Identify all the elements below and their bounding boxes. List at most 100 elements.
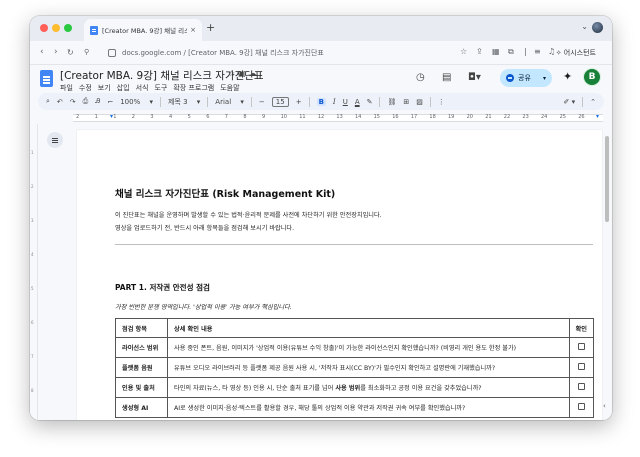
search-menus-icon[interactable]: ⌕	[46, 97, 50, 106]
header-check: 확인	[568, 318, 595, 338]
redo-icon[interactable]: ↷	[70, 98, 76, 106]
audio-icon[interactable]: ♫	[548, 47, 555, 56]
forward-icon[interactable]: ›	[54, 47, 58, 57]
text-color-button[interactable]: A	[355, 98, 360, 106]
document-outline-button[interactable]	[47, 132, 63, 148]
editing-mode-icon[interactable]: ✐ ▾	[564, 98, 576, 106]
font-size-increase-icon[interactable]: +	[296, 98, 302, 106]
image-icon[interactable]: ▨	[416, 98, 423, 106]
reading-list-icon[interactable]: ≡	[534, 47, 541, 56]
extension-icon[interactable]: ▦	[492, 47, 500, 56]
intro-paragraph-line1: 이 진단표는 채널을 운영하며 발생할 수 있는 법적·윤리적 문제를 사전에 …	[115, 212, 382, 219]
menu-insert[interactable]: 삽입	[117, 83, 130, 93]
bold-button[interactable]: B	[316, 97, 326, 106]
scroll-arrow-icon[interactable]: ‹	[603, 402, 606, 410]
browser-tab-active[interactable]: [Creator MBA. 9강] 채널 리스 ×	[84, 19, 202, 41]
vertical-scrollbar[interactable]	[605, 136, 609, 222]
bookmark-star-icon[interactable]: ☆	[460, 47, 467, 56]
add-comment-icon[interactable]: ⊞	[403, 98, 409, 106]
cloud-status-icon[interactable]: ☁	[249, 69, 260, 78]
tab-list-icon[interactable]: ⌄	[581, 22, 588, 31]
underline-button[interactable]: U	[343, 98, 348, 106]
back-icon[interactable]: ‹	[40, 47, 44, 57]
vruler-tick: 6	[31, 320, 34, 325]
row-item: 인용 및 출처	[115, 377, 168, 398]
ruler-tick: 11	[299, 114, 306, 120]
more-options-icon[interactable]: ⋮	[438, 98, 445, 106]
paint-format-icon[interactable]: ⌐	[107, 98, 113, 106]
horizontal-ruler[interactable]: ▾ ▾ 2 1 1 2 3 4 5 6 7 8 9 10 11 12 13 14 15 16 17 18 19 20 21 2…	[30, 113, 612, 124]
font-size-decrease-icon[interactable]: −	[259, 98, 265, 106]
document-page[interactable]: 채널 리스크 자가진단표 (Risk Management Kit) 이 진단표…	[77, 130, 602, 420]
vruler-tick: 2	[31, 184, 34, 189]
ruler-tick: 10	[280, 114, 287, 120]
share-button[interactable]: 공유 ▾	[500, 69, 552, 87]
gemini-icon[interactable]: ✦	[563, 70, 572, 83]
toolbar-divider	[582, 96, 584, 107]
style-value: 제목 3	[167, 97, 188, 106]
ruler-tick: 6	[206, 114, 210, 120]
ruler-tick: 12	[317, 114, 325, 120]
menu-view[interactable]: 보기	[98, 83, 111, 93]
ruler-tick: 5	[187, 114, 191, 120]
move-folder-icon[interactable]: ▣	[238, 69, 249, 78]
font-size-input[interactable]: 15	[271, 96, 289, 107]
menu-tools[interactable]: 도구	[154, 83, 167, 93]
row-detail-bold: 사용 범위	[335, 385, 361, 392]
meet-icon[interactable]: ◘▾	[468, 72, 481, 83]
highlight-icon[interactable]: ✎	[367, 98, 373, 106]
puzzle-icon[interactable]: ⧉	[508, 47, 514, 57]
docs-home-icon[interactable]	[40, 70, 53, 87]
print-icon[interactable]: ⎙	[83, 97, 89, 106]
row-checkbox[interactable]	[577, 343, 585, 350]
account-avatar[interactable]: B	[583, 68, 601, 86]
browser-window: [Creator MBA. 9강] 채널 리스 × + ⌄ ‹ › ↻ ⚲ do…	[30, 16, 612, 420]
ruler-tick: 26	[578, 114, 585, 120]
history-icon[interactable]: ◷	[416, 72, 425, 83]
reload-icon[interactable]: ↻	[67, 48, 74, 57]
browser-profile-icon[interactable]	[592, 22, 603, 33]
zoom-select[interactable]: 100% ▾	[120, 98, 153, 106]
menu-help[interactable]: 도움말	[220, 83, 239, 93]
address-bar[interactable]: docs.google.com / [Creator MBA. 9강] 채널 리…	[108, 45, 508, 61]
share-dropdown-icon[interactable]: ▾	[543, 75, 546, 82]
maximize-window-button[interactable]	[64, 24, 72, 32]
undo-icon[interactable]: ↶	[57, 98, 63, 106]
spellcheck-icon[interactable]: Ꭿ	[95, 97, 100, 106]
comments-icon[interactable]: ▤	[442, 72, 451, 83]
share-page-icon[interactable]: ⇪	[476, 47, 483, 56]
link-icon[interactable]: ⛓	[387, 98, 396, 106]
menu-edit[interactable]: 수정	[79, 83, 92, 93]
close-window-button[interactable]	[40, 24, 48, 32]
address-bar-row: ‹ › ↻ ⚲ docs.google.com / [Creator MBA. …	[30, 41, 612, 65]
ruler-tick: 24	[541, 114, 548, 120]
right-indent-marker[interactable]: ▾	[596, 113, 599, 120]
collapse-menus-icon[interactable]: ⌃	[590, 98, 596, 106]
ruler-tick: 1	[94, 114, 98, 120]
row-checkbox[interactable]	[577, 363, 585, 370]
tab-close-icon[interactable]: ×	[190, 26, 196, 34]
italic-button[interactable]: I	[333, 98, 336, 106]
menu-extensions[interactable]: 확장 프로그램	[173, 83, 214, 93]
ruler-tick: 20	[466, 114, 473, 120]
table-header-row: 점검 항목 상세 확인 내용 확인	[115, 318, 595, 338]
minimize-window-button[interactable]	[52, 24, 60, 32]
row-item: 라이선스 범위	[115, 337, 168, 358]
star-icon[interactable]: ☆	[228, 69, 238, 78]
vruler-tick: 5	[31, 286, 34, 291]
row-checkbox[interactable]	[577, 383, 585, 390]
ruler-tick: 2	[131, 114, 135, 120]
site-settings-icon[interactable]: ⚲	[84, 48, 89, 56]
menu-format[interactable]: 서식	[136, 83, 149, 93]
ruler-tick: 17	[410, 114, 418, 120]
row-checkbox[interactable]	[577, 403, 585, 410]
vertical-ruler[interactable]: 1 2 3 4 5 6 7 8	[30, 124, 38, 420]
menu-file[interactable]: 파일	[60, 83, 73, 93]
style-select[interactable]: 제목 3 ▾	[168, 97, 200, 107]
font-select[interactable]: Arial ▾	[215, 98, 244, 106]
row-item: 생성형 AI	[115, 397, 168, 418]
row-item: 플랫폼 음원	[115, 357, 168, 378]
tab-bar: [Creator MBA. 9강] 채널 리스 × + ⌄	[30, 16, 612, 41]
new-tab-button[interactable]: +	[206, 21, 215, 34]
assistant-button[interactable]: ✧ 어시스턴트	[556, 48, 596, 58]
